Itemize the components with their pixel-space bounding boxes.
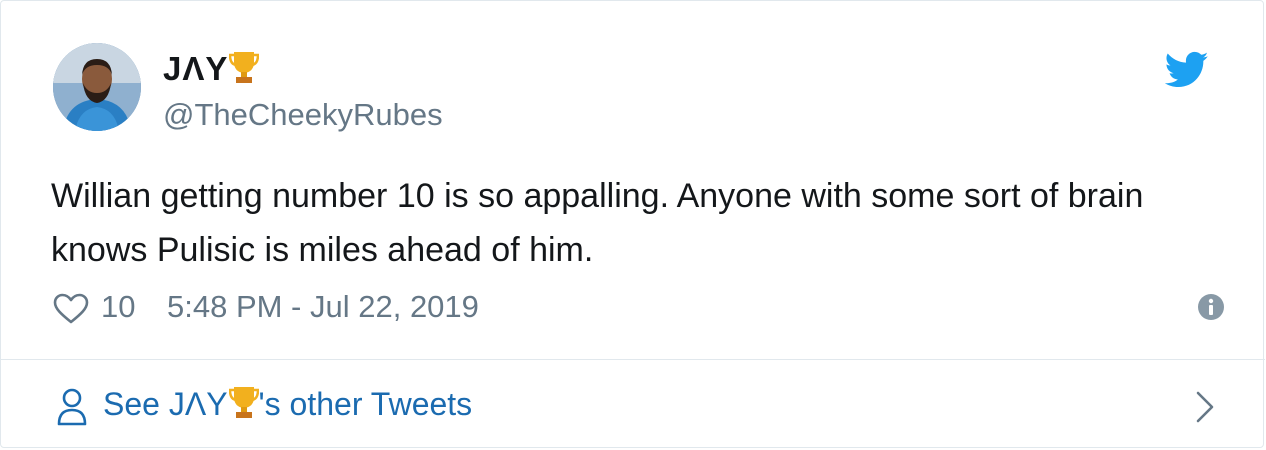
see-other-tweets-text: See JΛY 's other Tweets: [103, 384, 472, 428]
tweet-timestamp[interactable]: 5:48 PM - Jul 22, 2019: [167, 287, 479, 327]
twitter-bird-icon[interactable]: [1165, 51, 1209, 89]
avatar[interactable]: [53, 43, 141, 131]
heart-icon[interactable]: [53, 293, 89, 325]
see-other-tweets-link[interactable]: See JΛY 's other Tweets: [1, 360, 1265, 449]
tweet-meta: 10 5:48 PM - Jul 22, 2019: [53, 287, 1233, 327]
chevron-right-icon: [1196, 391, 1214, 423]
display-name[interactable]: JΛY: [163, 49, 260, 93]
tweet-header: JΛY @TheCheekyRubes: [53, 43, 1233, 135]
user-handle[interactable]: @TheCheekyRubes: [163, 97, 443, 133]
tweet-text: Willian getting number 10 is so appallin…: [51, 177, 1144, 269]
person-icon: [57, 388, 87, 426]
trophy-icon: [228, 385, 259, 428]
see-other-tweets-prefix: See JΛY: [103, 386, 228, 422]
like-count: 10: [101, 289, 136, 324]
tweet-card: JΛY @TheCheekyRubes Willian getting numb…: [0, 0, 1265, 449]
trophy-icon: [229, 50, 260, 93]
see-other-tweets-suffix: 's other Tweets: [258, 386, 473, 422]
display-name-text: JΛY: [163, 50, 229, 87]
info-icon[interactable]: [1197, 293, 1225, 321]
